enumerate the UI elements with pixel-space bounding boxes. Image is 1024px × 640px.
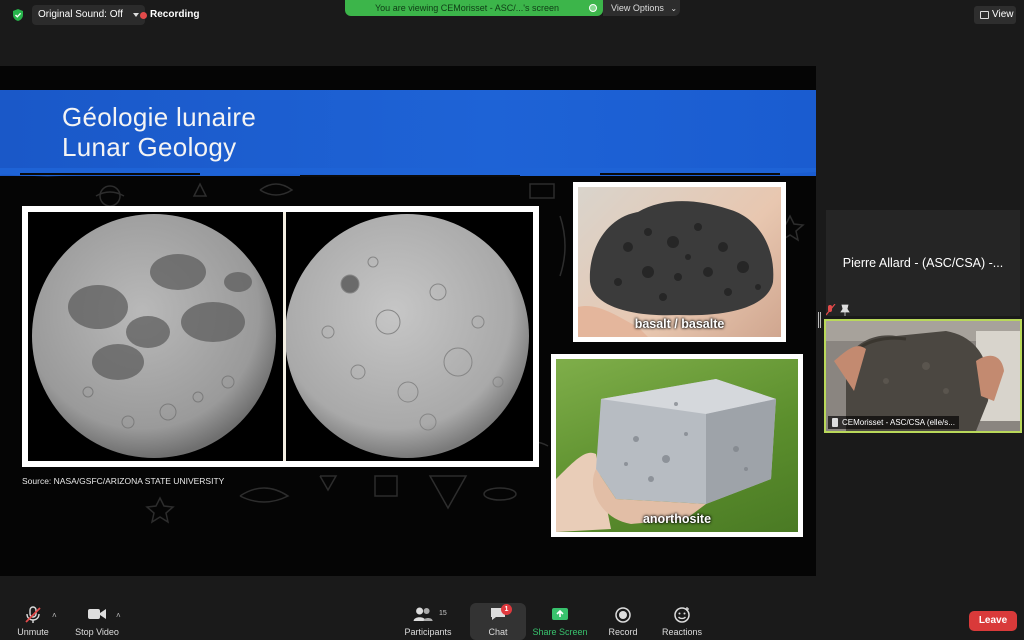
anorthosite-label: anorthosite — [642, 512, 712, 526]
leave-button[interactable]: Leave — [969, 611, 1017, 631]
screen-share-banner: You are viewing CEMorisset - ASC/...'s s… — [345, 0, 603, 16]
video-camera-icon — [88, 609, 106, 619]
share-screen-button[interactable]: Share Screen — [530, 598, 590, 640]
share-status-icon — [589, 4, 597, 12]
participants-button[interactable]: 15 Participants — [400, 598, 456, 640]
recording-indicator: Recording — [140, 9, 199, 21]
basalt-photo: basalt / basalte — [578, 187, 781, 337]
chat-label: Chat — [488, 627, 508, 637]
image-source-credit: Source: NASA/GSFC/ARIZONA STATE UNIVERSI… — [22, 476, 225, 486]
basalt-photo-card: basalt / basalte — [573, 182, 786, 342]
participants-icon — [413, 607, 433, 621]
basalt-rock-illustration — [578, 201, 774, 337]
participant-video-name: CEMorisset - ASC/CSA (elle/s... — [842, 418, 955, 427]
slide-title-fr: Géologie lunaire — [62, 102, 257, 132]
view-options-button[interactable]: View Options ⌄ — [603, 0, 680, 16]
screen-share-banner-text: You are viewing CEMorisset - ASC/...'s s… — [375, 3, 559, 13]
reactions-icon — [674, 607, 690, 623]
mic-muted-icon — [25, 606, 41, 623]
stop-video-label: Stop Video — [75, 627, 119, 637]
reactions-button[interactable]: Reactions — [656, 598, 708, 640]
record-label: Record — [608, 627, 638, 637]
pin-icon — [840, 304, 850, 316]
top-bar: Original Sound: Off Recording You are vi… — [0, 0, 1024, 30]
anorthosite-rock-illustration — [556, 379, 776, 532]
moon-image-frame — [22, 206, 539, 467]
recording-label: Recording — [150, 9, 200, 20]
audio-options-chevron-icon[interactable]: ˄ — [52, 611, 57, 620]
anorthosite-photo: anorthosite — [556, 359, 798, 532]
unmute-label: Unmute — [17, 627, 49, 637]
view-options-label: View Options — [611, 3, 664, 13]
video-options-chevron-icon[interactable]: ˄ — [116, 611, 121, 620]
share-screen-label: Share Screen — [532, 627, 588, 637]
participant-tile-pierre[interactable]: Pierre Allard - (ASC/CSA) -... — [826, 210, 1020, 316]
participant-video-tile-cemorisset[interactable]: CEMorisset - ASC/CSA (elle/s... — [824, 319, 1022, 433]
view-button[interactable]: View — [974, 6, 1016, 24]
panel-resize-handle[interactable] — [818, 312, 821, 328]
pin-icon — [832, 418, 838, 427]
reactions-label: Reactions — [661, 627, 703, 637]
record-button[interactable]: Record — [600, 598, 646, 640]
zoom-window: Original Sound: Off Recording You are vi… — [0, 0, 1024, 640]
moon-illustration — [32, 214, 529, 458]
participants-label: Participants — [404, 627, 452, 637]
mic-muted-icon — [826, 304, 836, 316]
participant-name: Pierre Allard - (ASC/CSA) -... — [842, 256, 1004, 270]
share-screen-icon — [552, 608, 568, 620]
participant-video-caption: CEMorisset - ASC/CSA (elle/s... — [828, 416, 959, 429]
shield-icon[interactable] — [11, 8, 25, 22]
moon-divider — [283, 212, 286, 461]
recording-dot-icon — [140, 12, 147, 19]
chevron-down-icon: ⌄ — [670, 4, 678, 13]
record-icon — [615, 607, 631, 623]
view-label: View — [992, 9, 1014, 20]
chat-button[interactable]: Chat — [470, 598, 526, 640]
far-side-moon — [285, 214, 529, 458]
moon-images — [28, 212, 533, 461]
chevron-down-icon — [132, 13, 139, 17]
original-sound-button[interactable]: Original Sound: Off — [32, 5, 145, 25]
original-sound-label: Original Sound: Off — [38, 9, 123, 20]
view-icon — [980, 11, 989, 19]
basalt-label: basalt / basalte — [634, 317, 725, 331]
participant-status-icons — [826, 304, 850, 316]
participants-count: 15 — [439, 610, 447, 617]
participant-video-feed — [826, 321, 1020, 431]
anorthosite-photo-card: anorthosite — [551, 354, 803, 537]
shared-screen: Géologie lunaire Lunar Geology Source: N… — [0, 66, 816, 576]
unmute-button[interactable]: Unmute — [8, 598, 58, 640]
slide-title-en: Lunar Geology — [62, 132, 237, 162]
chat-unread-badge: 1 — [501, 604, 512, 615]
